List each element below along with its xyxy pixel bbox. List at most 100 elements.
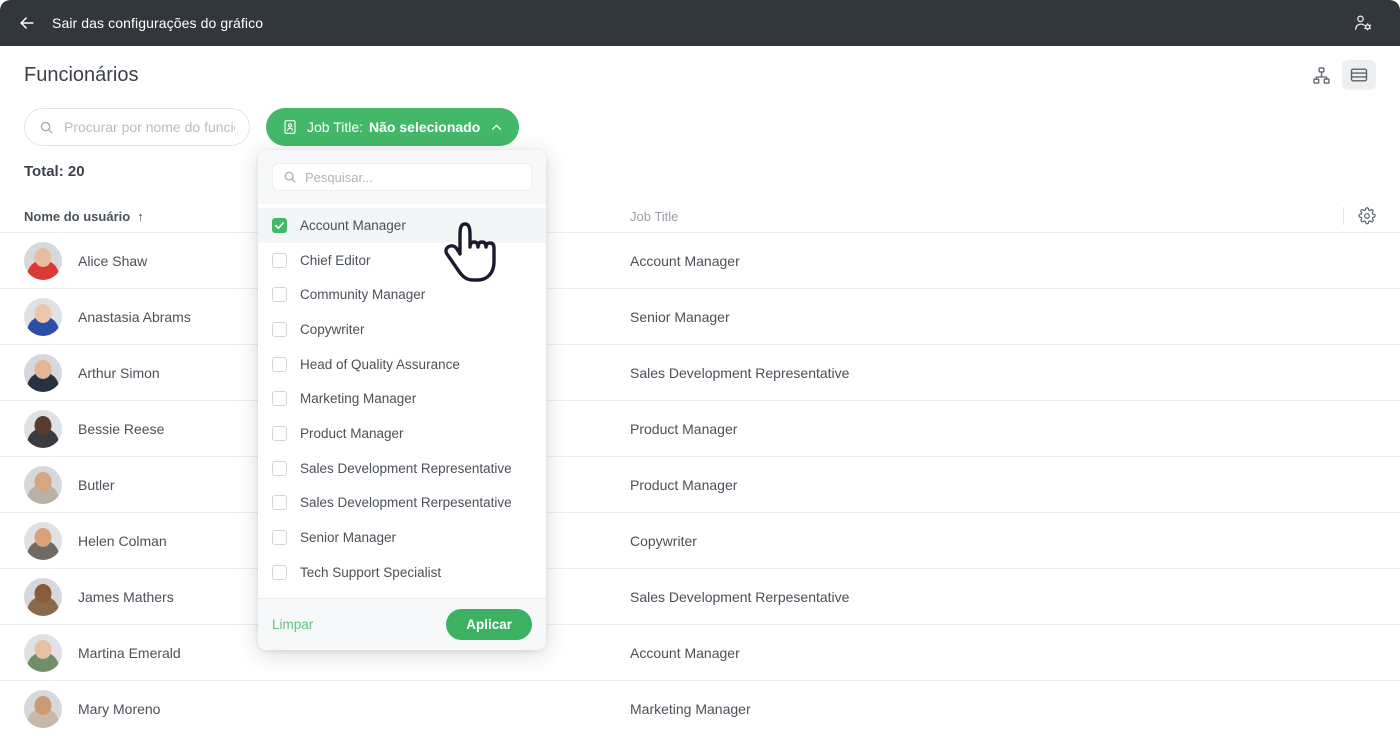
checkbox-icon[interactable] xyxy=(272,460,287,476)
list-view-button[interactable] xyxy=(1342,60,1376,90)
page-title: Funcionários xyxy=(24,63,139,86)
sort-ascending-icon: ↑ xyxy=(137,208,144,224)
dropdown-search-box[interactable] xyxy=(272,163,532,191)
job-title-option-label: Sales Development Rerpesentative xyxy=(300,495,512,511)
job-title-filter-button[interactable]: Job Title: Não selecionado xyxy=(266,108,520,146)
table-row[interactable]: Anastasia Abrams Senior Manager xyxy=(0,289,1400,345)
column-header-job-title[interactable]: Job Title xyxy=(630,209,1343,224)
job-title-option-label: Community Manager xyxy=(300,287,426,303)
avatar xyxy=(24,633,62,672)
search-input[interactable] xyxy=(64,119,235,135)
avatar xyxy=(24,521,62,560)
filter-label: Job Title: xyxy=(307,119,364,135)
top-bar: Sair das configurações do gráfico xyxy=(0,0,1400,46)
job-title-option-label: Senior Manager xyxy=(300,530,397,546)
table-header-row: Nome do usuário ↑ Job Title xyxy=(0,200,1400,233)
user-name-label: Bessie Reese xyxy=(78,420,165,437)
job-title-option[interactable]: Copywriter xyxy=(258,312,546,347)
column-header-name-label: Nome do usuário xyxy=(24,208,131,224)
clear-button[interactable]: Limpar xyxy=(272,617,313,632)
table-row[interactable]: Alice Shaw Account Manager xyxy=(0,233,1400,289)
job-title-option-label: Chief Editor xyxy=(300,252,371,268)
job-title-option[interactable]: Sales Development Rerpesentative xyxy=(258,486,546,521)
org-chart-view-button[interactable] xyxy=(1304,60,1338,90)
job-title-option[interactable]: Chief Editor xyxy=(258,243,546,278)
avatar xyxy=(24,689,62,728)
search-icon xyxy=(39,120,54,135)
avatar xyxy=(24,241,62,280)
filter-value: Não selecionado xyxy=(369,119,481,135)
user-name-label: Martina Emerald xyxy=(78,644,181,661)
job-title-option[interactable]: Account Manager xyxy=(258,208,546,243)
avatar xyxy=(24,577,62,616)
user-name-label: Butler xyxy=(78,476,115,493)
cell-job-title: Sales Development Rerpesentative xyxy=(630,588,850,605)
job-title-option[interactable]: Community Manager xyxy=(258,277,546,312)
dropdown-search-input[interactable] xyxy=(305,169,521,185)
job-title-option[interactable]: Marketing Manager xyxy=(258,381,546,416)
cell-user-name: Mary Moreno xyxy=(24,689,630,728)
employee-search-box[interactable] xyxy=(24,108,250,146)
checkbox-icon[interactable] xyxy=(272,530,287,546)
table-row[interactable]: Butler Product Manager xyxy=(0,457,1400,513)
job-title-filter-dropdown: Account Manager Chief Editor Community Man… xyxy=(258,150,546,650)
checkbox-icon[interactable] xyxy=(272,252,287,268)
view-toggle-group xyxy=(1304,60,1376,90)
job-title-option-label: Copywriter xyxy=(300,321,365,337)
table-row[interactable]: James Mathers Sales Development Rerpesent… xyxy=(0,569,1400,625)
job-title-option[interactable]: Tech Support Specialist xyxy=(258,555,546,590)
cell-job-title: Account Manager xyxy=(630,252,740,269)
avatar xyxy=(24,353,62,392)
checkbox-icon[interactable] xyxy=(272,391,287,407)
app-window: Sair das configurações do gráfico Funcio… xyxy=(0,0,1400,736)
checkbox-icon[interactable] xyxy=(272,217,287,233)
employees-table: Nome do usuário ↑ Job Title Alice Shaw Ac… xyxy=(0,200,1400,736)
avatar xyxy=(24,465,62,504)
checkbox-icon[interactable] xyxy=(272,564,287,580)
job-title-option[interactable]: Senior Manager xyxy=(258,520,546,555)
cell-job-title: Marketing Manager xyxy=(630,700,751,717)
job-title-option[interactable]: Product Manager xyxy=(258,416,546,451)
user-name-label: Helen Colman xyxy=(78,532,167,549)
user-name-label: Arthur Simon xyxy=(78,364,160,381)
user-name-label: Anastasia Abrams xyxy=(78,308,191,325)
user-name-label: James Mathers xyxy=(78,588,174,605)
job-title-options-list: Account Manager Chief Editor Community Man… xyxy=(258,204,546,598)
cell-job-title: Copywriter xyxy=(630,532,697,549)
dropdown-footer: Limpar Aplicar xyxy=(258,597,546,650)
apply-button[interactable]: Aplicar xyxy=(446,608,532,640)
cell-job-title: Senior Manager xyxy=(630,308,730,325)
checkbox-icon[interactable] xyxy=(272,321,287,337)
badge-id-icon xyxy=(282,119,298,135)
gear-icon[interactable] xyxy=(1358,207,1376,225)
cell-job-title: Product Manager xyxy=(630,420,738,437)
table-row[interactable]: Martina Emerald Account Manager xyxy=(0,625,1400,681)
job-title-option-label: Tech Support Specialist xyxy=(300,564,442,580)
job-title-option-label: Account Manager xyxy=(300,217,406,233)
checkbox-icon[interactable] xyxy=(272,287,287,303)
search-icon xyxy=(283,170,297,184)
table-row[interactable]: Arthur Simon Sales Development Representa… xyxy=(0,345,1400,401)
job-title-option[interactable]: Sales Development Representative xyxy=(258,451,546,486)
user-name-label: Mary Moreno xyxy=(78,700,161,717)
checkbox-icon[interactable] xyxy=(272,356,287,372)
user-name-label: Alice Shaw xyxy=(78,252,148,269)
job-title-option-label: Marketing Manager xyxy=(300,391,417,407)
job-title-option[interactable]: Head of Quality Assurance xyxy=(258,347,546,382)
exit-chart-settings-label[interactable]: Sair das configurações do gráfico xyxy=(52,15,263,31)
checkbox-icon[interactable] xyxy=(272,425,287,441)
user-settings-icon[interactable] xyxy=(1350,10,1376,36)
table-row[interactable]: Helen Colman Copywriter xyxy=(0,513,1400,569)
table-row[interactable]: Bessie Reese Product Manager xyxy=(0,401,1400,457)
checkbox-icon[interactable] xyxy=(272,495,287,511)
job-title-option-label: Product Manager xyxy=(300,425,404,441)
total-count: Total: 20 xyxy=(24,163,85,180)
back-arrow-icon[interactable] xyxy=(16,12,38,34)
avatar xyxy=(24,297,62,336)
page-header: Funcionários xyxy=(0,46,1400,104)
table-body: Alice Shaw Account Manager Anastasia Abram… xyxy=(0,233,1400,736)
top-bar-actions xyxy=(1350,10,1384,36)
table-row[interactable]: Mary Moreno Marketing Manager xyxy=(0,681,1400,736)
toolbar: Job Title: Não selecionado xyxy=(24,108,520,146)
header-divider xyxy=(1343,207,1344,225)
